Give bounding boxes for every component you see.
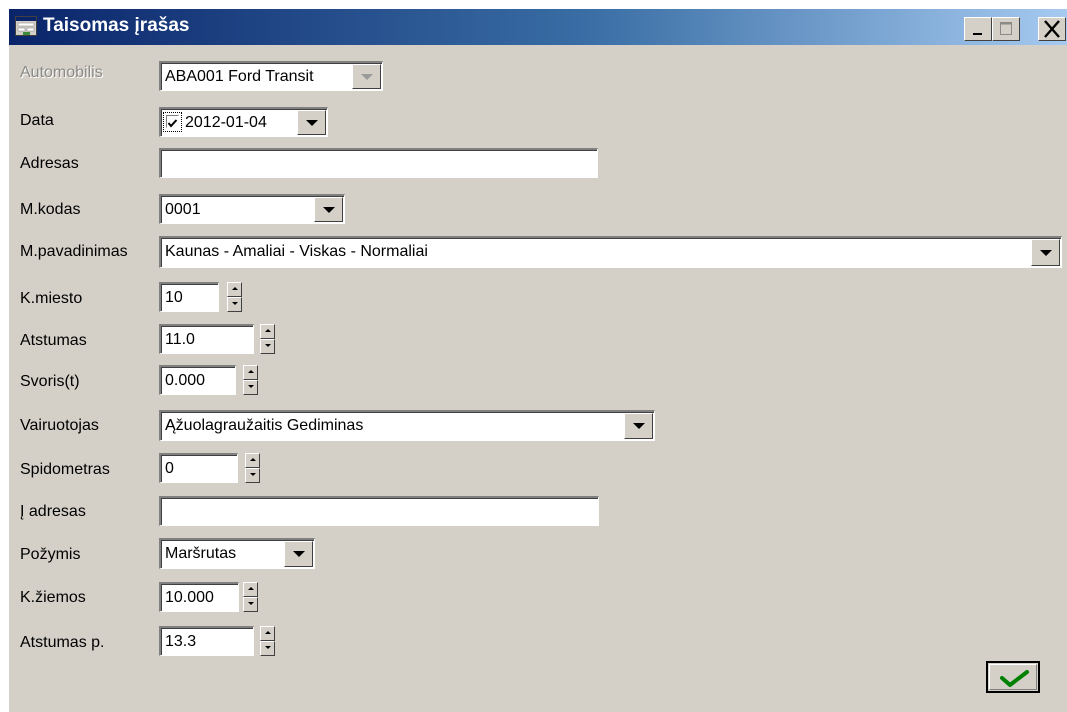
data-label: Data	[20, 112, 54, 129]
spin-down-button[interactable]	[260, 339, 275, 354]
minimize-icon	[973, 33, 982, 35]
arrow-down-icon	[248, 602, 254, 605]
window-form-icon	[15, 16, 37, 36]
vairuotojas-dropdown-button[interactable]	[624, 413, 653, 439]
arrow-down-icon	[250, 473, 256, 476]
spin-up-button[interactable]	[260, 626, 275, 641]
close-button[interactable]	[1038, 17, 1066, 41]
spin-down-button[interactable]	[243, 597, 258, 612]
data-checkbox[interactable]	[166, 115, 179, 128]
spin-down-button[interactable]	[243, 380, 258, 395]
i-adresas-input[interactable]	[159, 496, 599, 526]
arrow-up-icon	[265, 329, 271, 332]
arrow-down-icon	[248, 385, 254, 388]
pozymis-dropdown-button[interactable]	[284, 541, 313, 567]
spin-down-button[interactable]	[260, 641, 275, 656]
m-kodas-value: 0001	[165, 201, 201, 218]
spin-up-button[interactable]	[245, 453, 260, 468]
automobilis-label: Automobilis	[20, 64, 103, 81]
m-pavadinimas-combobox[interactable]: Kaunas - Amaliai - Viskas - Normaliai	[159, 236, 1062, 268]
spidometras-value: 0	[165, 460, 174, 477]
minimize-button[interactable]	[964, 17, 992, 41]
m-kodas-label: M.kodas	[20, 201, 81, 218]
k-ziemos-input[interactable]: 10.000	[159, 582, 239, 612]
atstumas-p-spinner[interactable]	[260, 626, 275, 656]
svoris-value: 0.000	[165, 372, 206, 389]
maximize-button[interactable]	[992, 17, 1020, 41]
k-miesto-input[interactable]: 10	[159, 282, 219, 312]
spin-down-button[interactable]	[245, 468, 260, 483]
spin-down-button[interactable]	[227, 297, 242, 312]
m-kodas-combobox[interactable]: 0001	[159, 194, 345, 224]
svoris-label: Svoris(t)	[20, 373, 80, 390]
arrow-up-icon	[265, 631, 271, 634]
m-pavadinimas-label: M.pavadinimas	[20, 243, 128, 260]
chevron-down-icon	[305, 119, 318, 126]
pozymis-label: Požymis	[20, 546, 81, 563]
vairuotojas-combobox[interactable]: Ąžuolagraužaitis Gediminas	[159, 410, 655, 441]
k-ziemos-value: 10.000	[165, 589, 214, 606]
checkmark-icon	[1000, 670, 1029, 687]
checkmark-icon	[167, 119, 178, 128]
data-dropdown-button[interactable]	[297, 110, 326, 135]
pozymis-value: Maršrutas	[165, 545, 237, 562]
spidometras-spinner[interactable]	[245, 453, 260, 483]
automobilis-value: ABA001 Ford Transit	[165, 68, 314, 85]
arrow-down-icon	[265, 344, 271, 347]
spin-up-button[interactable]	[227, 282, 242, 297]
adresas-label: Adresas	[20, 155, 79, 172]
adresas-input[interactable]	[159, 148, 598, 178]
title-bar[interactable]: Taisomas įrašas	[9, 9, 1067, 45]
atstumas-value: 11.0	[165, 331, 195, 348]
arrow-up-icon	[232, 287, 238, 290]
spin-up-button[interactable]	[243, 365, 258, 380]
atstumas-p-value: 13.3	[165, 633, 197, 650]
vairuotojas-value: Ąžuolagraužaitis Gediminas	[165, 417, 364, 434]
spidometras-input[interactable]: 0	[159, 453, 238, 483]
k-ziemos-spinner[interactable]	[243, 582, 258, 612]
m-kodas-dropdown-button[interactable]	[314, 197, 343, 222]
chevron-down-icon	[292, 551, 305, 557]
chevron-down-icon	[632, 423, 645, 429]
m-pavadinimas-value: Kaunas - Amaliai - Viskas - Normaliai	[165, 243, 428, 260]
arrow-down-icon	[232, 302, 238, 305]
spin-up-button[interactable]	[243, 582, 258, 597]
arrow-up-icon	[250, 458, 256, 461]
data-date-picker[interactable]: 2012-01-04	[159, 107, 328, 137]
k-miesto-value: 10	[165, 289, 183, 306]
chevron-down-icon	[360, 73, 373, 80]
atstumas-input[interactable]: 11.0	[159, 324, 254, 354]
window-title: Taisomas įrašas	[43, 15, 190, 36]
arrow-up-icon	[248, 587, 254, 590]
atstumas-spinner[interactable]	[260, 324, 275, 354]
arrow-up-icon	[248, 370, 254, 373]
svoris-input[interactable]: 0.000	[159, 365, 236, 395]
m-pavadinimas-dropdown-button[interactable]	[1031, 239, 1060, 266]
spin-up-button[interactable]	[260, 324, 275, 339]
atstumas-label: Atstumas	[20, 332, 87, 349]
vairuotojas-label: Vairuotojas	[20, 417, 99, 434]
atstumas-p-label: Atstumas p.	[20, 634, 105, 651]
automobilis-dropdown-button[interactable]	[352, 64, 381, 89]
ok-button-face	[989, 664, 1037, 690]
spidometras-label: Spidometras	[20, 461, 110, 478]
k-ziemos-label: K.žiemos	[20, 589, 86, 606]
pozymis-combobox[interactable]: Maršrutas	[159, 538, 315, 569]
k-miesto-label: K.miesto	[20, 290, 83, 307]
edit-record-window: Taisomas įrašas Automobilis ABA001 Ford …	[8, 8, 1067, 712]
svoris-spinner[interactable]	[243, 365, 258, 395]
maximize-icon	[1000, 22, 1012, 35]
chevron-down-icon	[1039, 249, 1052, 256]
i-adresas-label: Į adresas	[20, 503, 86, 520]
atstumas-p-input[interactable]: 13.3	[159, 626, 254, 656]
chevron-down-icon	[322, 206, 335, 213]
ok-button[interactable]	[986, 661, 1040, 693]
k-miesto-spinner[interactable]	[227, 282, 242, 312]
automobilis-combobox[interactable]: ABA001 Ford Transit	[159, 61, 383, 91]
data-value: 2012-01-04	[185, 114, 267, 131]
close-icon	[1044, 20, 1060, 38]
arrow-down-icon	[265, 646, 271, 649]
